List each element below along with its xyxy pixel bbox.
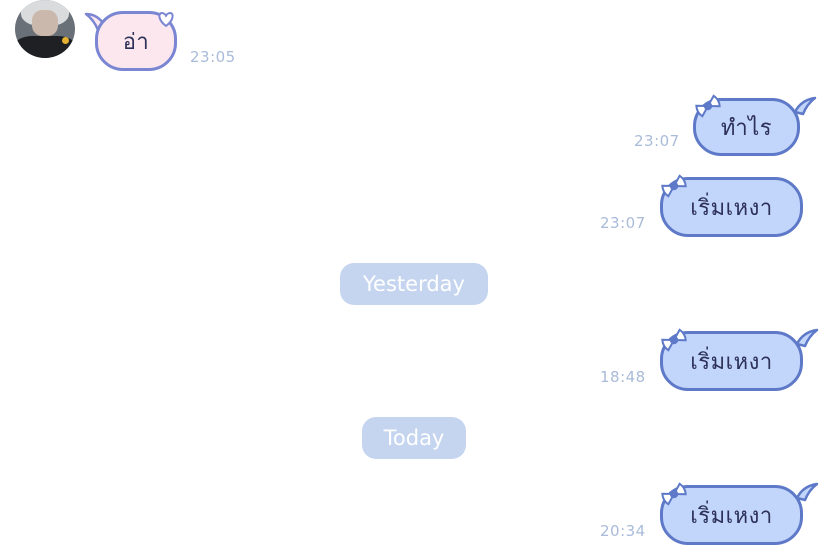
message-text: เริ่มเหงา xyxy=(690,503,773,529)
ribbon-bow-icon xyxy=(661,328,687,352)
ribbon-bow-icon xyxy=(661,482,687,506)
ribbon-bow-icon xyxy=(661,174,687,198)
message-text: เริ่มเหงา xyxy=(690,195,773,221)
message-time: 23:05 xyxy=(190,48,236,66)
heart-icon xyxy=(158,12,174,27)
bubble-tail xyxy=(793,96,817,116)
bubble-tail xyxy=(795,482,819,502)
message-text: เริ่มเหงา xyxy=(690,349,773,375)
contact-avatar[interactable] xyxy=(15,0,75,58)
bubble-tail xyxy=(795,328,819,348)
message-time: 20:34 xyxy=(600,522,646,540)
message-text: ทำไร xyxy=(720,115,773,141)
chat-view: อ่า 23:05 23:07 ทำไร 23:07 เริ่มเหงา Yes… xyxy=(0,0,828,558)
message-time: 23:07 xyxy=(600,214,646,232)
message-text: อ่า xyxy=(122,29,150,55)
ribbon-bow-icon xyxy=(695,94,721,118)
date-separator-today: Today xyxy=(362,417,466,459)
message-time: 23:07 xyxy=(634,132,680,150)
date-separator-yesterday: Yesterday xyxy=(340,263,488,305)
message-time: 18:48 xyxy=(600,368,646,386)
